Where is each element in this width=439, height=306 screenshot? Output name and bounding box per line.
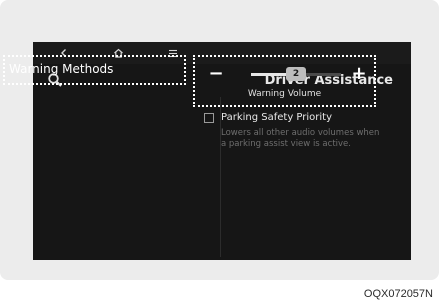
parking-safety-description: Lowers all other audio volumes when a pa…: [221, 128, 380, 149]
volume-slider[interactable]: 2: [251, 67, 341, 81]
volume-decrease-button[interactable]: −: [207, 65, 225, 83]
warning-volume-control: − 2 + Warning Volume: [193, 55, 376, 107]
menu-item-warning-methods[interactable]: Warning Methods: [3, 55, 186, 85]
menu-item-label: Warning Methods: [9, 62, 114, 76]
parking-safety-label: Parking Safety Priority: [221, 112, 333, 123]
figure-code: OQX072057N: [363, 288, 433, 300]
volume-increase-button[interactable]: +: [350, 65, 368, 83]
volume-slider-thumb[interactable]: 2: [286, 67, 306, 81]
parking-safety-checkbox[interactable]: [204, 113, 214, 123]
volume-label: Warning Volume: [247, 89, 322, 99]
